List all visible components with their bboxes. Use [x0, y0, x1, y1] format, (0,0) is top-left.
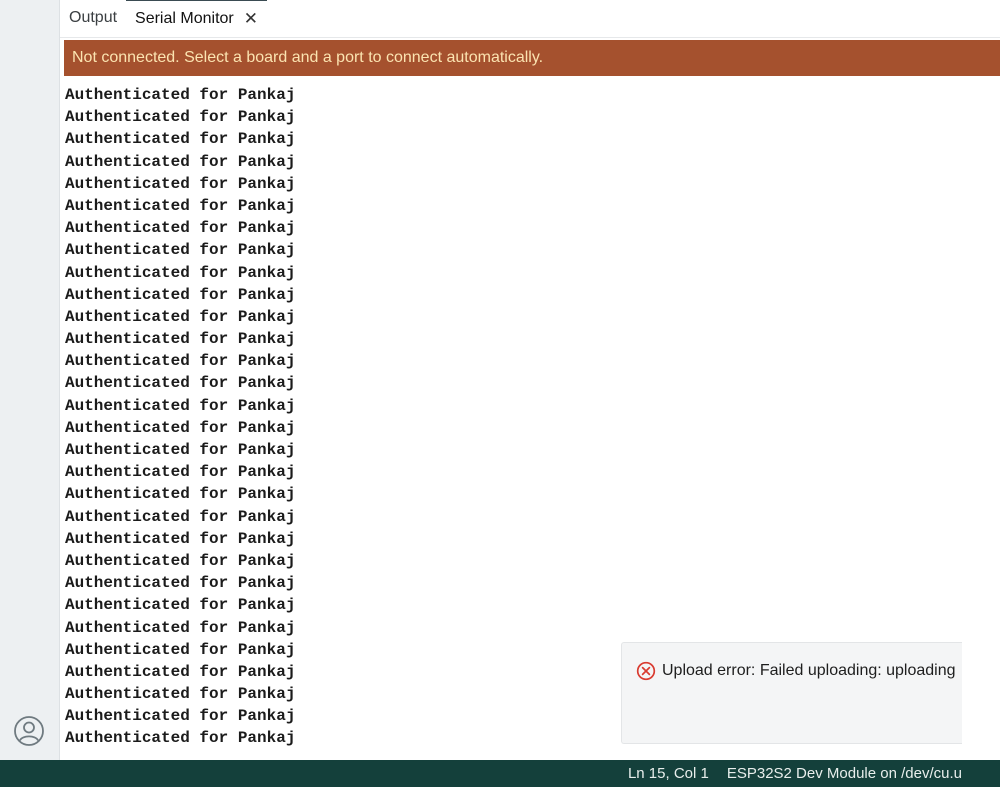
activity-bar — [0, 0, 60, 760]
tab-serial-monitor-label: Serial Monitor — [135, 10, 234, 27]
console-line: Authenticated for Pankaj — [65, 285, 296, 304]
console-line: Authenticated for Pankaj — [65, 307, 296, 326]
console-line: Authenticated for Pankaj — [65, 352, 296, 371]
console-line: Authenticated for Pankaj — [65, 551, 296, 570]
console-line: Authenticated for Pankaj — [65, 574, 296, 593]
console-line: Authenticated for Pankaj — [65, 263, 296, 282]
cursor-position[interactable]: Ln 15, Col 1 — [628, 765, 709, 782]
console-line: Authenticated for Pankaj — [65, 463, 296, 482]
account-icon[interactable] — [13, 715, 45, 747]
tab-output-label: Output — [69, 9, 118, 26]
connection-warning-banner: Not connected. Select a board and a port… — [64, 40, 1000, 76]
console-line: Authenticated for Pankaj — [65, 196, 296, 215]
console-line: Authenticated for Pankaj — [65, 618, 296, 637]
console-line: Authenticated for Pankaj — [65, 130, 296, 149]
console-line: Authenticated for Pankaj — [65, 485, 296, 504]
console-line: Authenticated for Pankaj — [65, 86, 296, 104]
console-line: Authenticated for Pankaj — [65, 108, 296, 127]
banner-message: Not connected. Select a board and a port… — [72, 49, 544, 66]
console-line: Authenticated for Pankaj — [65, 529, 296, 548]
tab-serial-monitor[interactable]: Serial Monitor ✕ — [126, 0, 267, 37]
console-line: Authenticated for Pankaj — [65, 441, 296, 459]
console-line: Authenticated for Pankaj — [65, 418, 296, 437]
board-port-selector[interactable]: ESP32S2 Dev Module on /dev/cu.u — [727, 765, 962, 782]
console-line: Authenticated for Pankaj — [65, 152, 296, 171]
error-circle-x-icon — [636, 661, 656, 681]
console-line: Authenticated for Pankaj — [65, 396, 296, 415]
upload-error-notification[interactable]: Upload error: Failed uploading: uploadin… — [621, 642, 962, 744]
tab-output[interactable]: Output — [60, 0, 126, 37]
console-line: Authenticated for Pankaj — [65, 241, 296, 260]
close-icon[interactable]: ✕ — [244, 9, 258, 29]
console-line: Authenticated for Pankaj — [65, 374, 296, 393]
console-line: Authenticated for Pankaj — [65, 219, 296, 238]
status-bar: Ln 15, Col 1 ESP32S2 Dev Module on /dev/… — [0, 760, 1000, 787]
console-line: Authenticated for Pankaj — [65, 330, 296, 349]
console-line: Authenticated for Pankaj — [65, 596, 296, 615]
panel-tabbar: Output Serial Monitor ✕ — [60, 0, 1000, 38]
console-line: Authenticated for Pankaj — [65, 174, 296, 193]
toast-message: Upload error: Failed uploading: uploadin… — [662, 662, 956, 679]
console-line: Authenticated for Pankaj — [65, 507, 296, 526]
